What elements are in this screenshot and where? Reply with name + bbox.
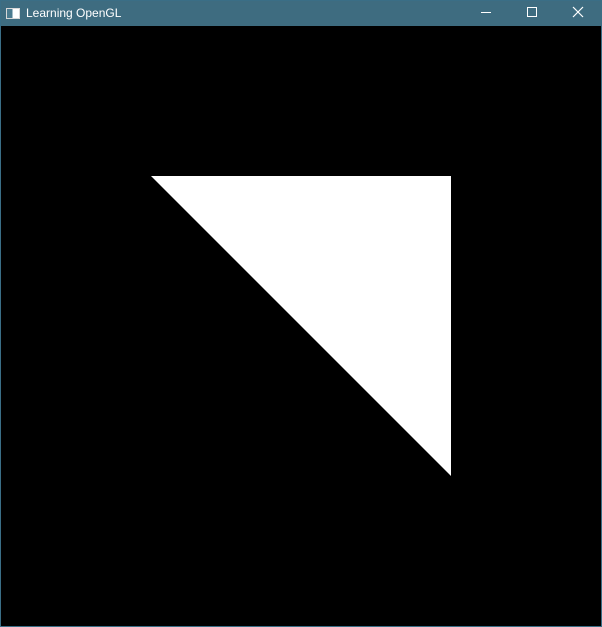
minimize-button[interactable] (463, 1, 509, 26)
app-window: Learning OpenGL (0, 0, 602, 627)
close-button[interactable] (555, 1, 601, 26)
close-icon (572, 5, 584, 23)
render-canvas (1, 26, 601, 626)
maximize-icon (526, 5, 538, 23)
title-bar[interactable]: Learning OpenGL (1, 1, 601, 26)
window-controls (463, 1, 601, 26)
minimize-icon (480, 5, 492, 23)
opengl-viewport[interactable] (1, 26, 601, 626)
window-app-icon (6, 8, 20, 19)
maximize-button[interactable] (509, 1, 555, 26)
window-title: Learning OpenGL (26, 6, 122, 20)
